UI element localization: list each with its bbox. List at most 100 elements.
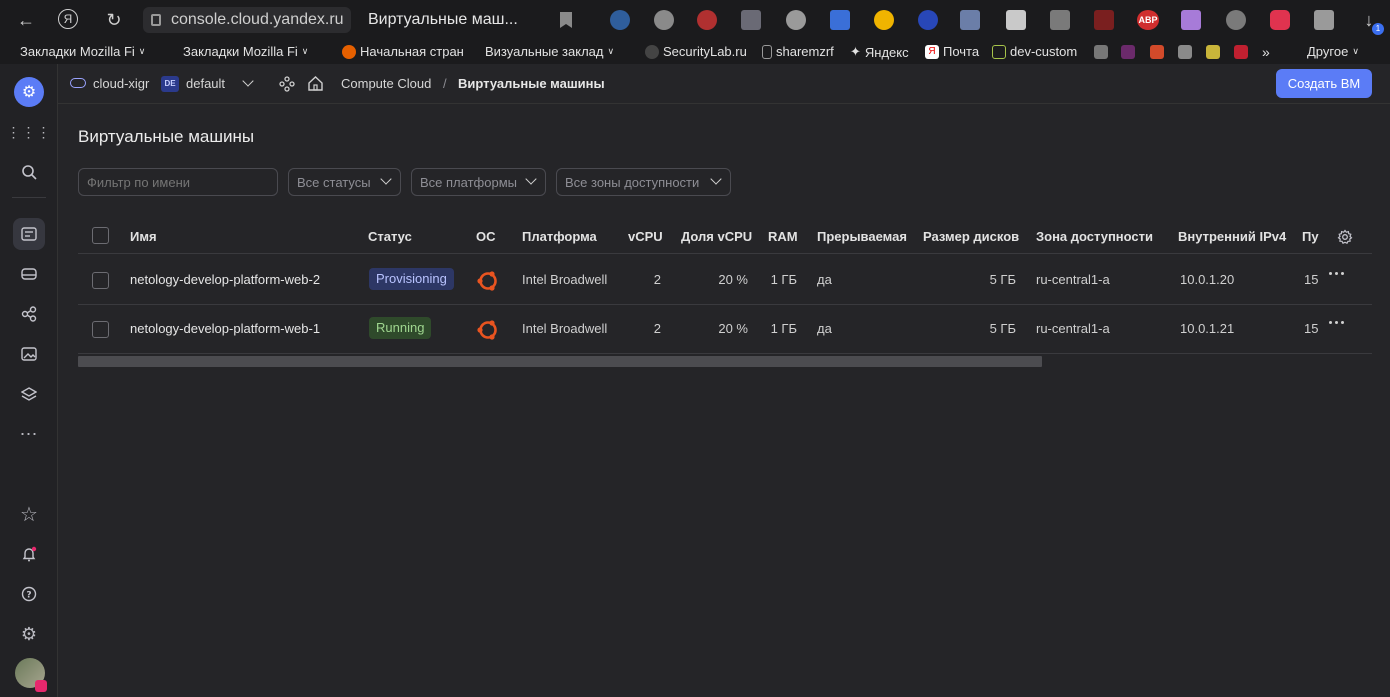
extension-icon[interactable] bbox=[1006, 10, 1026, 30]
compute-cloud-icon[interactable] bbox=[13, 218, 45, 250]
placement-groups-icon[interactable] bbox=[13, 298, 45, 330]
column-settings-gear-icon[interactable] bbox=[1337, 229, 1353, 248]
favorites-star-icon[interactable]: ☆ bbox=[13, 498, 45, 530]
status-filter-label: Все статусы bbox=[297, 174, 371, 190]
breadcrumb-service[interactable]: Compute Cloud bbox=[341, 76, 431, 91]
notifications-bell-icon[interactable] bbox=[13, 538, 45, 570]
column-header-name[interactable]: Имя bbox=[130, 229, 157, 244]
bookmark-item[interactable]: Я Почта bbox=[925, 44, 979, 59]
images-icon[interactable] bbox=[13, 338, 45, 370]
divider bbox=[12, 197, 46, 198]
bookmark-icon[interactable] bbox=[1178, 45, 1192, 59]
cloud-icon bbox=[70, 78, 86, 88]
settings-gear-icon[interactable]: ⚙ bbox=[13, 618, 45, 650]
table-row[interactable]: netology-develop-platform-web-2 Provisio… bbox=[78, 256, 1372, 305]
column-header-os[interactable]: ОС bbox=[476, 229, 496, 244]
bookmark-icon[interactable] bbox=[1121, 45, 1135, 59]
bookmark-item[interactable]: sharemzrf bbox=[762, 44, 834, 59]
extension-icon[interactable] bbox=[960, 10, 980, 30]
column-header-vcpu-share[interactable]: Доля vCPU bbox=[681, 229, 752, 244]
translate-icon[interactable] bbox=[830, 10, 850, 30]
tab-title[interactable]: Виртуальные маш... bbox=[368, 11, 518, 29]
column-header-public-ip[interactable]: Пу bbox=[1302, 229, 1319, 244]
extension-icon[interactable] bbox=[918, 10, 938, 30]
create-vm-button[interactable]: Создать ВМ bbox=[1276, 69, 1372, 98]
reload-icon[interactable]: ↻ bbox=[103, 9, 125, 31]
bookmark-item[interactable]: Начальная стран bbox=[342, 44, 464, 59]
extension-icon[interactable] bbox=[610, 10, 630, 30]
column-header-disk-size[interactable]: Размер дисков bbox=[923, 229, 1019, 244]
bookmark-folder[interactable]: Визуальные заклад ∨ bbox=[485, 44, 614, 59]
snapshots-icon[interactable] bbox=[13, 378, 45, 410]
disk-size-cell: 5 ГБ bbox=[989, 272, 1016, 287]
zone-filter-select[interactable]: Все зоны доступности bbox=[556, 168, 731, 196]
vm-name-link[interactable]: netology-develop-platform-web-2 bbox=[130, 272, 320, 287]
services-graph-icon[interactable] bbox=[279, 76, 295, 95]
address-bar[interactable]: console.cloud.yandex.ru bbox=[143, 7, 351, 33]
page-icon bbox=[762, 44, 772, 59]
table-row[interactable]: netology-develop-platform-web-1 Running … bbox=[78, 305, 1372, 354]
mail-extension-icon[interactable] bbox=[741, 10, 761, 30]
row-actions-icon[interactable] bbox=[1329, 272, 1349, 275]
cloud-console-logo-icon[interactable]: ⚙ bbox=[14, 77, 44, 107]
extension-icon[interactable] bbox=[654, 10, 674, 30]
bookmark-folder[interactable]: Закладки Mozilla Fi ∨ bbox=[183, 44, 308, 59]
bookmark-item[interactable]: SecurityLab.ru bbox=[645, 44, 747, 59]
yandex-browser-icon[interactable]: Я bbox=[58, 9, 78, 29]
help-icon[interactable]: ? bbox=[13, 578, 45, 610]
bookmark-icon[interactable] bbox=[1206, 45, 1220, 59]
back-icon[interactable]: ← bbox=[15, 9, 37, 31]
home-icon[interactable] bbox=[307, 75, 324, 95]
column-header-platform[interactable]: Платформа bbox=[522, 229, 597, 244]
main-content: Виртуальные машины Все статусы Все платф… bbox=[58, 105, 1390, 697]
search-icon[interactable] bbox=[13, 156, 45, 188]
vm-name-link[interactable]: netology-develop-platform-web-1 bbox=[130, 321, 320, 336]
extension-icon[interactable] bbox=[786, 10, 806, 30]
all-services-icon[interactable]: ⋮⋮⋮ bbox=[7, 116, 51, 148]
select-all-checkbox[interactable] bbox=[92, 227, 109, 244]
more-bookmarks-icon[interactable]: » bbox=[1262, 44, 1270, 60]
column-header-preemptible[interactable]: Прерываемая bbox=[817, 229, 907, 244]
platform-cell: Intel Broadwell bbox=[522, 321, 608, 336]
row-actions-icon[interactable] bbox=[1329, 321, 1349, 324]
status-filter-select[interactable]: Все статусы bbox=[288, 168, 401, 196]
bookmark-icon[interactable] bbox=[1094, 45, 1108, 59]
adblock-icon[interactable]: ABP bbox=[1137, 10, 1159, 30]
vcpu-share-cell: 20 % bbox=[718, 321, 748, 336]
row-checkbox[interactable] bbox=[92, 321, 109, 338]
folder-selector[interactable]: default bbox=[186, 76, 225, 91]
more-icon[interactable]: ⋯ bbox=[13, 418, 45, 450]
pocket-icon[interactable] bbox=[1270, 10, 1290, 30]
other-bookmarks[interactable]: Другое ∨ bbox=[1307, 44, 1359, 59]
extensions-icon[interactable] bbox=[1314, 10, 1334, 30]
firefox-icon bbox=[342, 44, 356, 59]
cloud-selector[interactable]: cloud-xigr bbox=[93, 76, 149, 91]
platform-filter-select[interactable]: Все платформы bbox=[411, 168, 546, 196]
column-header-vcpu[interactable]: vCPU bbox=[628, 229, 663, 244]
bookmark-item[interactable]: dev-custom bbox=[992, 44, 1077, 59]
extension-icon[interactable] bbox=[1181, 10, 1201, 30]
column-header-zone[interactable]: Зона доступности bbox=[1036, 229, 1153, 244]
extension-icon[interactable] bbox=[874, 10, 894, 30]
yandex-mail-icon: Я bbox=[925, 44, 939, 59]
name-filter-input[interactable] bbox=[78, 168, 278, 196]
bookmark-icon[interactable] bbox=[560, 12, 572, 28]
column-header-status[interactable]: Статус bbox=[368, 229, 412, 244]
horizontal-scrollbar[interactable] bbox=[78, 356, 1042, 367]
bookmark-icon[interactable] bbox=[1150, 45, 1164, 59]
row-checkbox[interactable] bbox=[92, 272, 109, 289]
extension-icon[interactable] bbox=[697, 10, 717, 30]
column-header-ram[interactable]: RAM bbox=[768, 229, 798, 244]
public-ip-cell: 15 bbox=[1304, 272, 1319, 287]
bookmark-folder[interactable]: Закладки Mozilla Fi ∨ bbox=[20, 44, 145, 59]
column-header-internal-ipv4[interactable]: Внутренний IPv4 bbox=[1178, 229, 1286, 244]
chevron-down-icon[interactable] bbox=[242, 75, 254, 87]
extension-icon[interactable] bbox=[1094, 10, 1114, 30]
extension-icon[interactable] bbox=[1050, 10, 1070, 30]
lock-icon bbox=[151, 14, 161, 26]
lightbulb-icon[interactable] bbox=[1226, 10, 1246, 30]
bookmark-item[interactable]: ✦ Яндекс bbox=[850, 44, 909, 60]
bookmark-icon[interactable] bbox=[1234, 45, 1248, 59]
disks-icon[interactable] bbox=[13, 258, 45, 290]
breadcrumb-current: Виртуальные машины bbox=[458, 76, 605, 91]
